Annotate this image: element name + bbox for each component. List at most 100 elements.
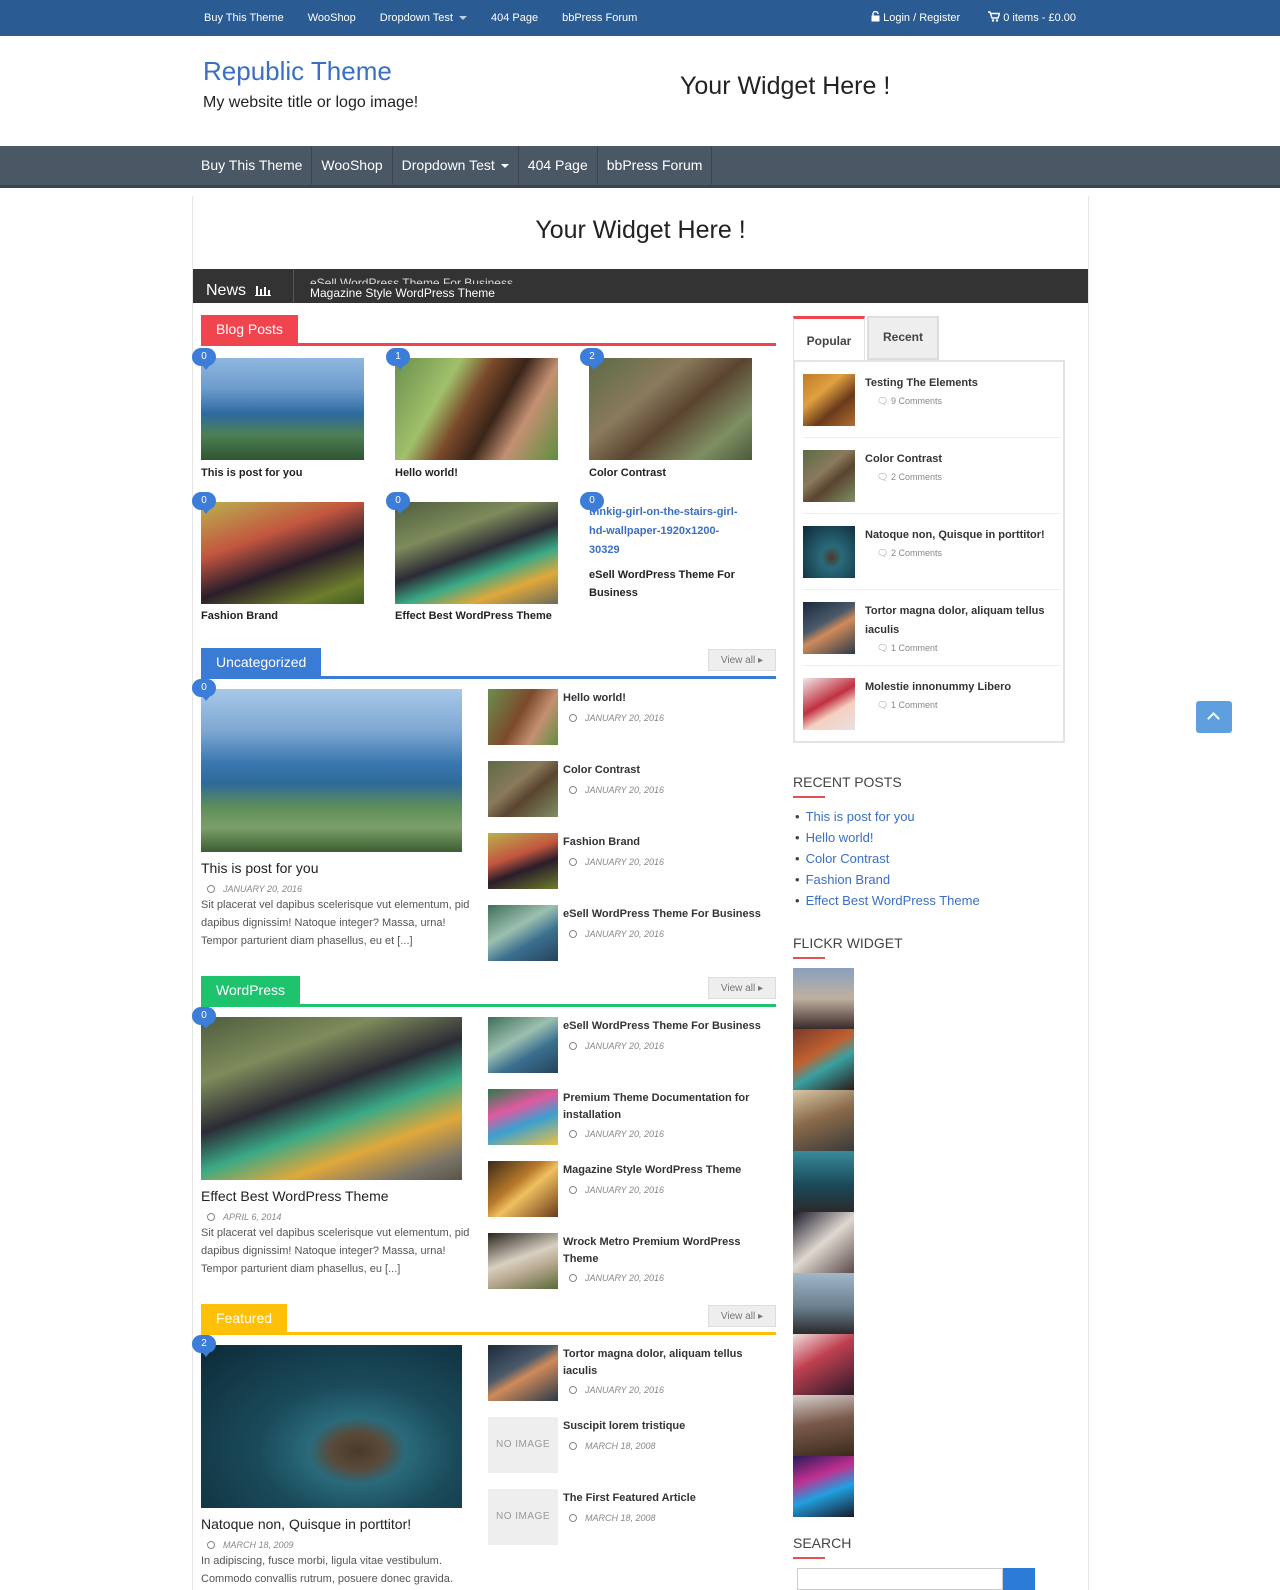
main-nav-bbpress-forum[interactable]: bbPress Forum [598,146,713,185]
flickr-photo[interactable] [793,1395,854,1456]
post-thumbnail-horse[interactable] [395,358,558,460]
list-post-title[interactable]: eSell WordPress Theme For Business [563,1018,768,1035]
list-post-title[interactable]: Premium Theme Documentation for installa… [563,1090,768,1124]
wordpress-tag: WordPress [201,976,300,1004]
recent-post-link[interactable]: Hello world! [795,827,980,848]
main-nav-wooshop[interactable]: WooShop [312,146,393,185]
uncategorized-tag: Uncategorized [201,648,322,676]
list-thumbnail[interactable] [488,1161,558,1217]
news-ticker-previous[interactable]: eSell WordPress Theme For Business [310,277,513,284]
no-image-placeholder[interactable]: NO IMAGE [488,1417,558,1473]
flickr-photo[interactable] [793,1029,854,1090]
flickr-photo[interactable] [793,968,854,1029]
search-button[interactable] [1003,1568,1035,1590]
list-post-title[interactable]: Suscipit lorem tristique [563,1418,768,1435]
list-post-title[interactable]: Color Contrast [563,762,768,779]
featured-post-image-droplet[interactable] [201,1345,462,1508]
list-post-title[interactable]: Wrock Metro Premium WordPress Theme [563,1234,768,1268]
list-thumbnail[interactable] [488,689,558,745]
list-post-title[interactable]: Hello world! [563,690,768,707]
featured-post-title[interactable]: Natoque non, Quisque in porttitor! [201,1516,411,1532]
main-nav-dropdown-test[interactable]: Dropdown Test [393,146,519,185]
back-to-top-button[interactable] [1196,701,1232,733]
popular-post-thumbnail[interactable] [803,450,855,502]
popular-post-thumbnail[interactable] [803,602,855,654]
flickr-photo[interactable] [793,1456,854,1517]
uncategorized-header: Uncategorized View all ▸ [201,648,776,679]
popular-post-title[interactable]: Testing The Elements [865,374,1055,393]
blog-post-title[interactable]: This is post for you [201,464,302,483]
login-register-link[interactable]: Login / Register [871,10,960,24]
top-nav-404-page[interactable]: 404 Page [491,12,538,24]
list-thumbnail[interactable] [488,1233,558,1289]
flickr-photo[interactable] [793,1273,854,1334]
list-thumbnail[interactable] [488,833,558,889]
site-title[interactable]: Republic Theme [203,56,392,87]
blog-post-title[interactable]: Effect Best WordPress Theme [395,607,552,626]
list-thumbnail[interactable] [488,1017,558,1073]
flickr-photo[interactable] [793,1090,854,1151]
list-thumbnail[interactable] [488,905,558,961]
list-post-title[interactable]: Magazine Style WordPress Theme [563,1162,768,1179]
popular-post-item[interactable]: Tortor magna dolor, aliquam tellus iacul… [803,590,1061,666]
popular-post-thumbnail[interactable] [803,678,855,730]
top-nav-dropdown-test[interactable]: Dropdown Test [380,12,467,24]
search-widget-title: SEARCH [793,1535,852,1551]
news-ticker-current[interactable]: Magazine Style WordPress Theme [310,286,495,300]
list-thumbnail[interactable] [488,1089,558,1145]
popular-post-item[interactable]: Testing The Elements 🗨 9 Comments [803,362,1061,438]
popular-post-title[interactable]: Color Contrast [865,450,1055,469]
list-post-title[interactable]: Fashion Brand [563,834,768,851]
popular-post-item[interactable]: Molestie innonummy Libero 🗨 1 Comment [803,666,1061,742]
post-thumbnail-anime-couple[interactable] [201,502,364,604]
flickr-photo[interactable] [793,1334,854,1395]
recent-post-link[interactable]: Fashion Brand [795,869,980,890]
popular-post-thumbnail[interactable] [803,374,855,426]
popular-post-item[interactable]: Color Contrast 🗨 2 Comments [803,438,1061,514]
popular-post-title[interactable]: Natoque non, Quisque in porttitor! [865,526,1055,545]
blog-posts-underline [201,343,776,346]
flickr-photo[interactable] [793,1151,854,1212]
list-thumbnail[interactable] [488,761,558,817]
blog-post-title[interactable]: eSell WordPress Theme For Business [589,566,754,602]
search-input[interactable] [797,1568,1003,1590]
featured-post-image-lake[interactable] [201,689,462,852]
popular-post-title[interactable]: Tortor magna dolor, aliquam tellus iacul… [865,602,1055,640]
view-all-button[interactable]: View all ▸ [707,977,776,999]
popular-post-thumbnail[interactable] [803,526,855,578]
blog-post-title[interactable]: Color Contrast [589,464,666,483]
view-all-button[interactable]: View all ▸ [707,1305,776,1327]
popular-post-item[interactable]: Natoque non, Quisque in porttitor! 🗨 2 C… [803,514,1061,590]
list-post-title[interactable]: The First Featured Article [563,1490,768,1507]
list-post-date-text: JANUARY 20, 2016 [585,1129,665,1139]
tab-popular[interactable]: Popular [793,316,865,360]
post-thumbnail-lake[interactable] [201,358,364,460]
broken-image-alt-link[interactable]: thnkig-girl-on-the-stairs-girl-hd-wallpa… [589,503,749,560]
top-nav-wooshop[interactable]: WooShop [308,12,356,24]
view-all-button[interactable]: View all ▸ [707,649,776,671]
recent-post-link[interactable]: This is post for you [795,806,980,827]
recent-post-link[interactable]: Color Contrast [795,848,980,869]
post-thumbnail-kittens[interactable] [589,358,752,460]
featured-post-title[interactable]: Effect Best WordPress Theme [201,1188,389,1204]
featured-post-image-figurines[interactable] [201,1017,462,1180]
blog-post-title[interactable]: Fashion Brand [201,607,278,626]
post-thumbnail-figurines[interactable] [395,502,558,604]
main-nav-buy-this-theme[interactable]: Buy This Theme [192,146,313,185]
top-nav-buy-this-theme[interactable]: Buy This Theme [204,12,284,24]
main-nav-404-page[interactable]: 404 Page [519,146,598,185]
list-post-title[interactable]: eSell WordPress Theme For Business [563,906,768,923]
top-nav-bbpress-forum[interactable]: bbPress Forum [562,12,637,24]
no-image-placeholder[interactable]: NO IMAGE [488,1489,558,1545]
news-ticker-bar: News eSell WordPress Theme For Business … [193,269,1088,303]
recent-post-link[interactable]: Effect Best WordPress Theme [795,890,980,911]
blog-post-title[interactable]: Hello world! [395,464,458,483]
comment-icon: 🗨 [877,643,889,653]
popular-post-title[interactable]: Molestie innonummy Libero [865,678,1055,697]
list-thumbnail[interactable] [488,1345,558,1401]
featured-post-title[interactable]: This is post for you [201,860,319,876]
flickr-photo[interactable] [793,1212,854,1273]
cart-link[interactable]: 0 items - £0.00 [988,11,1076,24]
tab-recent[interactable]: Recent [867,316,939,360]
list-post-title[interactable]: Tortor magna dolor, aliquam tellus iacul… [563,1346,768,1380]
